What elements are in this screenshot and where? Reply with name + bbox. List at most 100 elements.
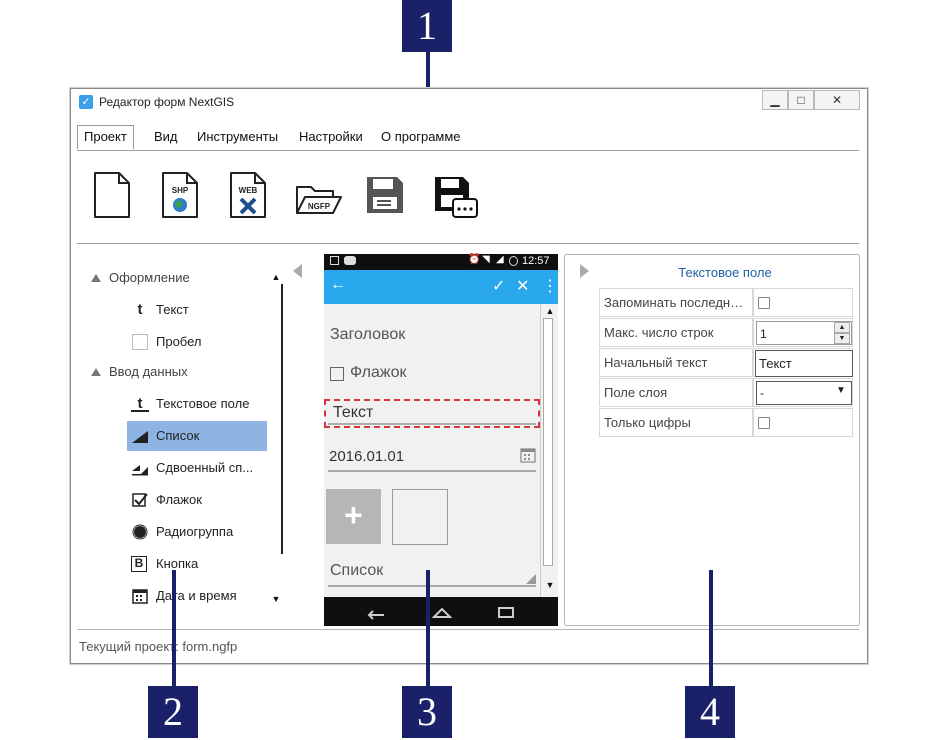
phone-time: 12:57 — [522, 255, 550, 267]
phone-status-bar: ⏰ ◥ ◢ 12:57 — [324, 254, 558, 269]
phone-screen: Заголовок Флажок Текст 2016.01.01 + Спис… — [324, 304, 558, 597]
status-divider — [77, 629, 859, 630]
cancel-icon[interactable]: ✕ — [516, 276, 529, 296]
web-label: WEB — [239, 186, 258, 195]
element-date-time-label: Дата и время — [156, 588, 237, 603]
scroll-down-icon[interactable]: ▼ — [269, 592, 283, 606]
phone-scroll-down-icon[interactable]: ▼ — [543, 578, 557, 592]
element-radio-group[interactable]: Радиогруппа — [127, 517, 267, 547]
prop-initial-text-label: Начальный текст — [599, 348, 753, 377]
collapse-left-icon[interactable] — [293, 264, 302, 278]
close-button[interactable]: ✕ — [814, 90, 860, 110]
properties-title: Текстовое поле — [678, 265, 772, 280]
spin-up-icon[interactable]: ▲ — [834, 322, 850, 333]
section-input[interactable]: Ввод данных — [91, 364, 188, 379]
callout-4: 4 — [685, 686, 735, 738]
form-header[interactable]: Заголовок — [330, 326, 405, 344]
new-file-icon[interactable] — [91, 171, 135, 219]
phone-scroll-thumb[interactable] — [543, 318, 553, 566]
elements-scrollbar[interactable]: ▲ ▼ — [269, 270, 285, 606]
back-arrow-icon[interactable]: ← — [330, 276, 346, 294]
prop-remember-last-value — [753, 288, 853, 317]
minimize-button[interactable]: ▁ — [762, 90, 788, 110]
collapse-icon — [91, 274, 101, 282]
scrollbar-thumb[interactable] — [281, 284, 283, 554]
callout-2-line — [172, 570, 176, 690]
list-dropdown-icon[interactable] — [526, 574, 536, 584]
text-field-icon: t — [131, 395, 149, 412]
phone-scroll-up-icon[interactable]: ▲ — [543, 304, 557, 318]
element-date-time[interactable]: Дата и время — [127, 581, 267, 611]
new-from-web-icon[interactable]: WEB — [227, 171, 271, 219]
signal-icon: ◢ — [496, 254, 504, 265]
ngfp-label: NGFP — [308, 202, 331, 211]
nav-home-icon[interactable] — [430, 603, 454, 621]
nav-recent-icon[interactable] — [494, 603, 518, 621]
form-date-value[interactable]: 2016.01.01 — [329, 448, 404, 465]
element-space[interactable]: Пробел — [127, 327, 267, 357]
element-checkbox[interactable]: Флажок — [127, 485, 267, 515]
prop-digits-only-value — [753, 408, 853, 437]
prop-initial-text: Начальный текст Текст — [599, 348, 855, 377]
new-from-shp-icon[interactable]: SHP — [159, 171, 203, 219]
date-calendar-icon[interactable] — [520, 447, 536, 463]
form-date-underline — [328, 470, 536, 472]
tab-project[interactable]: Проект — [77, 125, 134, 149]
shp-label: SHP — [172, 186, 189, 195]
form-text-field[interactable]: Текст — [324, 399, 540, 428]
app-icon: ✓ — [79, 95, 93, 109]
element-button[interactable]: B Кнопка — [127, 549, 267, 579]
chevron-down-icon[interactable]: ▼ — [836, 385, 846, 396]
tab-tools[interactable]: Инструменты — [197, 129, 278, 144]
form-list-label[interactable]: Список — [330, 562, 383, 580]
check-icon[interactable]: ✓ — [492, 276, 505, 296]
element-text[interactable]: t Текст — [127, 295, 267, 325]
element-radio-group-label: Радиогруппа — [156, 524, 234, 539]
section-design[interactable]: Оформление — [91, 270, 190, 285]
section-input-label: Ввод данных — [109, 364, 188, 379]
add-photo-button[interactable]: + — [326, 489, 381, 544]
app-window: ✓ Редактор форм NextGIS ▁ □ ✕ Проект Вид… — [70, 88, 868, 664]
prop-layer-field-value: - ▼ — [753, 378, 853, 407]
element-double-list[interactable]: Сдвоенный сп... — [127, 453, 267, 483]
double-list-icon — [132, 465, 148, 476]
digits-only-checkbox[interactable] — [758, 417, 770, 429]
nav-back-icon[interactable] — [364, 603, 388, 621]
radio-icon — [132, 524, 148, 540]
toolbar-divider — [77, 243, 859, 244]
save-as-icon[interactable] — [433, 171, 479, 219]
toolbar: SHP WEB NGFP — [71, 151, 867, 243]
callout-2: 2 — [148, 686, 198, 738]
callout-1: 1 — [402, 0, 452, 52]
element-button-label: Кнопка — [156, 556, 199, 571]
photo-placeholder[interactable] — [392, 489, 448, 545]
phone-scrollbar[interactable]: ▲ ▼ — [540, 304, 558, 597]
more-icon[interactable]: ⋮ — [542, 276, 558, 296]
element-text-field[interactable]: t Текстовое поле — [127, 389, 267, 419]
element-checkbox-label: Флажок — [156, 492, 202, 507]
list-icon — [132, 431, 148, 443]
save-icon[interactable] — [363, 171, 407, 219]
form-checkbox-box[interactable] — [330, 367, 344, 381]
tab-settings[interactable]: Настройки — [299, 129, 363, 144]
open-ngfp-icon[interactable]: NGFP — [293, 171, 343, 219]
calendar-icon — [132, 589, 148, 604]
maximize-button[interactable]: □ — [788, 90, 814, 110]
phone-app-bar: ← ✓ ✕ ⋮ — [324, 270, 558, 304]
element-double-list-label: Сдвоенный сп... — [156, 460, 254, 475]
tab-about[interactable]: О программе — [381, 129, 461, 144]
callout-4-line — [709, 570, 713, 690]
form-list-underline — [328, 585, 536, 587]
title-bar: ✓ Редактор форм NextGIS ▁ □ ✕ — [71, 89, 867, 115]
element-list[interactable]: Список — [127, 421, 267, 451]
scroll-up-icon[interactable]: ▲ — [269, 270, 283, 284]
element-list-label: Список — [156, 428, 200, 443]
tab-view[interactable]: Вид — [154, 129, 178, 144]
initial-text-input[interactable]: Текст — [755, 350, 853, 377]
spin-down-icon[interactable]: ▼ — [834, 333, 850, 344]
prop-max-lines-value: 1 ▲ ▼ — [753, 318, 853, 347]
android-icon — [344, 256, 356, 265]
element-text-label: Текст — [156, 302, 189, 317]
remember-last-checkbox[interactable] — [758, 297, 770, 309]
section-design-label: Оформление — [109, 270, 190, 285]
